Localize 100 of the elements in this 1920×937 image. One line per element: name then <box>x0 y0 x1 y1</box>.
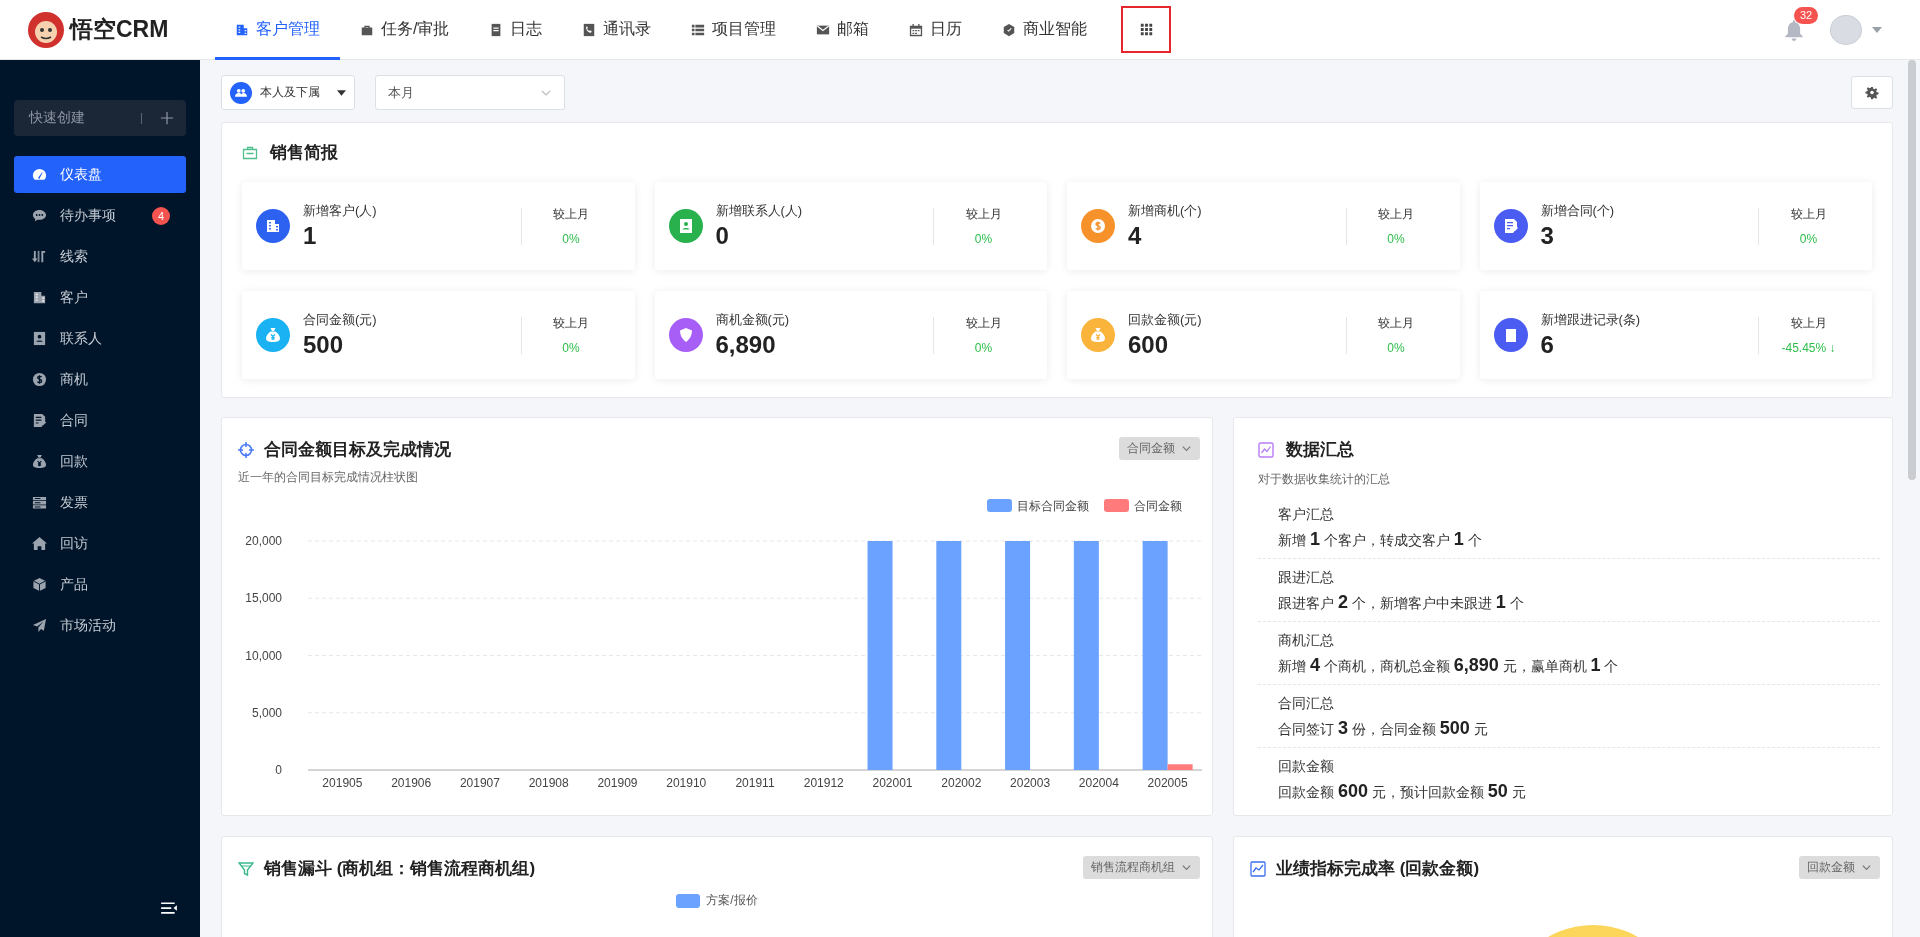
hexagon-icon <box>1002 22 1017 37</box>
axis-tick-label: 201909 <box>597 776 638 790</box>
stat-value: 6 <box>1540 331 1555 359</box>
nav-tab[interactable]: 通讯录 <box>562 0 672 60</box>
change-value: 0% <box>974 232 993 246</box>
monkey-logo-icon <box>28 11 64 48</box>
stat-label: 新增联系人(人) <box>715 202 804 220</box>
summary-text: 合同签订 3 份，合同金额 500 元 <box>1278 717 1489 740</box>
sidebar-item[interactable]: 联系人 <box>14 320 186 357</box>
metric-dropdown[interactable]: 合同金额 <box>1119 437 1200 460</box>
nav-tab[interactable]: 日志 <box>469 0 563 60</box>
compare-label: 较上月 <box>1378 206 1414 223</box>
nav-tab[interactable]: 邮箱 <box>796 0 890 60</box>
chat-bubble-icon <box>32 208 47 223</box>
change-value: -45.45% ↓ <box>1781 341 1836 355</box>
apps-button[interactable] <box>1121 6 1172 53</box>
legend-swatch <box>987 499 1012 512</box>
sidebar-item[interactable]: 市场活动 <box>14 607 186 644</box>
quick-create-button[interactable]: 快速创建 <box>14 100 186 136</box>
stat-label: 合同金额(元) <box>303 311 378 329</box>
summary-title: 跟进汇总 <box>1278 568 1335 587</box>
metric-dropdown[interactable]: 回款金额 <box>1799 856 1880 879</box>
sidebar-item[interactable]: 待办事项 4 <box>14 197 186 234</box>
scope-dropdown[interactable]: 本人及下属 <box>221 75 355 110</box>
compare-label: 较上月 <box>965 206 1002 223</box>
compare-label: 较上月 <box>553 315 589 332</box>
paper-plane-icon <box>32 618 47 633</box>
settings-icon <box>1865 85 1879 100</box>
stat-label: 新增合同(个) <box>1540 202 1616 220</box>
change-value: 0% <box>562 341 580 355</box>
summary-text: 新增 1 个客户，转成交客户 1 个 <box>1278 528 1483 551</box>
logo-text: 悟空CRM <box>70 15 169 44</box>
axis-tick-label: 20,000 <box>245 534 282 548</box>
sidebar-item[interactable]: 线索 <box>14 238 186 275</box>
plus-icon <box>160 111 174 125</box>
nav-tab[interactable]: 任务/审批 <box>340 0 470 60</box>
panel-title: 数据汇总 <box>1286 439 1354 461</box>
axis-tick-label: 0 <box>275 763 282 777</box>
nav-tab[interactable]: 商业智能 <box>982 0 1108 60</box>
legend-swatch <box>1104 499 1129 512</box>
summary-text: 跟进客户 2 个，新增客户中未跟进 1 个 <box>1278 591 1525 614</box>
sidebar-item[interactable]: 发票 <box>14 484 186 521</box>
change-value: 0% <box>562 232 580 246</box>
axis-tick-label: 5,000 <box>251 705 282 720</box>
stat-label: 回款金额(元) <box>1128 311 1203 329</box>
stat-label: 新增客户(人) <box>303 202 378 220</box>
stat-value: 6,890 <box>715 331 777 359</box>
sidebar-item[interactable]: 合同 <box>14 402 186 439</box>
sidebar-item[interactable]: 回款 <box>14 443 186 480</box>
stat-label: 新增商机(个) <box>1128 202 1203 220</box>
chevron-down-icon <box>1861 862 1872 873</box>
briefcase-icon <box>242 144 258 161</box>
caret-icon <box>1872 26 1882 33</box>
users-icon <box>230 81 252 104</box>
building-icon <box>32 290 47 305</box>
axis-tick-label: 201906 <box>391 776 432 790</box>
change-value: 0% <box>974 341 993 355</box>
panel-title: 销售简报 <box>270 142 338 164</box>
group-dropdown[interactable]: 销售流程商机组 <box>1083 856 1200 879</box>
axis-tick-label: 201908 <box>528 776 569 790</box>
panel-title: 销售漏斗 (商机组：销售流程商机组) <box>264 858 536 880</box>
caret-icon <box>337 89 346 96</box>
sidebar-item[interactable]: 产品 <box>14 566 186 603</box>
phone-book-icon <box>582 22 597 37</box>
bell-button[interactable] <box>1784 18 1804 41</box>
change-value: 0% <box>1387 232 1405 246</box>
calendar-icon <box>909 22 924 37</box>
stat-value: 500 <box>303 331 345 359</box>
grid-icon <box>1139 23 1153 36</box>
nav-tab[interactable]: 日历 <box>889 0 983 60</box>
axis-tick-label: 201911 <box>735 776 775 790</box>
stat-label: 商机金额(元) <box>715 311 791 329</box>
compare-label: 较上月 <box>1790 206 1827 223</box>
axis-tick-label: 201907 <box>459 776 500 790</box>
axis-tick-label: 202003 <box>1010 776 1051 790</box>
notification-badge: 32 <box>1794 6 1819 24</box>
house-icon <box>32 536 47 551</box>
panel-title: 合同金额目标及完成情况 <box>264 439 451 461</box>
nav-tab[interactable]: 客户管理 <box>215 0 340 60</box>
chevron-down-icon <box>1181 443 1192 454</box>
settings-button[interactable] <box>1851 76 1893 109</box>
axis-tick-label: 202002 <box>941 776 982 790</box>
summary-title: 合同汇总 <box>1278 694 1335 713</box>
sidebar-item[interactable]: 回访 <box>14 525 186 562</box>
legend-label: 合同金额 <box>1134 499 1182 513</box>
sidebar-item[interactable]: 客户 <box>14 279 186 316</box>
building-icon <box>235 22 249 37</box>
sidebar-item[interactable]: 仪表盘 <box>14 156 186 193</box>
chevron-down-icon <box>1181 862 1192 873</box>
panel-title: 业绩指标完成率 (回款金额) <box>1276 858 1480 880</box>
stat-value: 4 <box>1128 222 1143 250</box>
panel-subtitle: 近一年的合同目标完成情况柱状图 <box>237 469 419 486</box>
nav-tab[interactable]: 项目管理 <box>671 0 797 60</box>
scrollbar-thumb[interactable] <box>1908 60 1916 480</box>
axis-tick-label: 201905 <box>322 776 363 790</box>
cube-icon <box>32 577 47 592</box>
period-select[interactable]: 本月 <box>375 75 565 110</box>
count-badge: 4 <box>152 206 170 225</box>
change-value: 0% <box>1387 341 1405 355</box>
sidebar-item[interactable]: 商机 <box>14 361 186 398</box>
